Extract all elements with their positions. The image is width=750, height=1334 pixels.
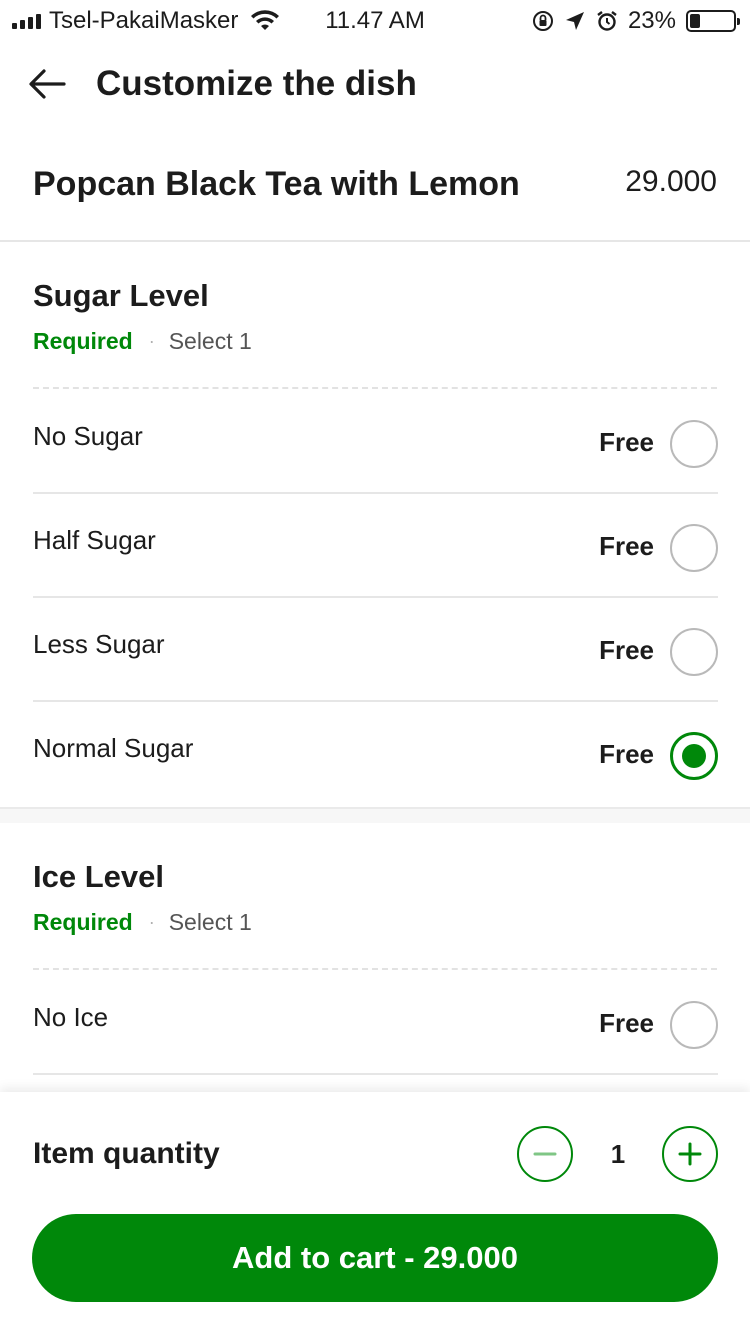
option-no-sugar[interactable]: No Sugar Free	[33, 390, 718, 494]
option-half-sugar[interactable]: Half Sugar Free	[33, 494, 718, 598]
arrow-left-icon	[29, 69, 66, 99]
option-price: Free	[599, 739, 654, 769]
select-count-label: Select 1	[168, 909, 252, 935]
plus-icon	[678, 1142, 702, 1166]
dish-price: 29.000	[625, 165, 717, 198]
battery-fill	[690, 14, 700, 28]
quantity-label: Item quantity	[33, 1137, 220, 1170]
section-divider	[0, 807, 750, 823]
group-title: Ice Level	[33, 859, 164, 894]
header: Customize the dish	[0, 50, 750, 116]
minus-icon	[533, 1152, 557, 1156]
status-bar: Tsel-PakaiMasker 11.47 AM 23%	[0, 0, 750, 40]
radio-button[interactable]	[670, 524, 718, 572]
group-meta: Required · Select 1	[33, 907, 252, 937]
battery-percent: 23%	[627, 7, 676, 34]
alarm-icon	[597, 11, 617, 31]
dish-summary: Popcan Black Tea with Lemon 29.000	[0, 150, 750, 242]
meta-separator: ·	[148, 912, 155, 932]
group-meta: Required · Select 1	[33, 326, 252, 356]
back-button[interactable]	[26, 64, 70, 104]
option-price: Free	[599, 531, 654, 561]
option-price: Free	[599, 635, 654, 665]
divider	[33, 968, 717, 970]
quantity-value: 1	[610, 1139, 626, 1169]
add-to-cart-button[interactable]: Add to cart - 29.000	[32, 1214, 718, 1302]
status-right: 23%	[532, 6, 740, 36]
dish-name: Popcan Black Tea with Lemon	[33, 165, 520, 203]
meta-separator: ·	[148, 331, 155, 351]
page-title: Customize the dish	[96, 64, 417, 103]
orientation-lock-icon	[532, 11, 553, 31]
ice-level-group: Ice Level Required · Select 1 No Ice Fre…	[0, 823, 750, 1093]
required-label: Required	[33, 328, 133, 354]
option-price: Free	[599, 427, 654, 457]
option-label: Half Sugar	[33, 525, 156, 555]
increase-quantity-button[interactable]	[662, 1126, 718, 1182]
option-label: No Ice	[33, 1002, 109, 1032]
divider	[33, 387, 717, 389]
sugar-level-group: Sugar Level Required · Select 1 No Sugar…	[0, 242, 750, 808]
select-count-label: Select 1	[168, 328, 252, 354]
required-label: Required	[33, 909, 133, 935]
option-less-sugar[interactable]: Less Sugar Free	[33, 598, 718, 702]
radio-button[interactable]	[670, 628, 718, 676]
decrease-quantity-button[interactable]	[517, 1126, 573, 1182]
location-arrow-icon	[565, 12, 584, 30]
option-label: No Sugar	[33, 421, 143, 451]
option-label: Normal Sugar	[33, 733, 194, 763]
option-no-ice[interactable]: No Ice Free	[33, 971, 718, 1075]
option-label: Less Sugar	[33, 629, 165, 659]
group-title: Sugar Level	[33, 278, 209, 313]
option-price: Free	[599, 1008, 654, 1038]
radio-button[interactable]	[670, 1001, 718, 1049]
option-normal-sugar[interactable]: Normal Sugar Free	[33, 702, 718, 806]
radio-button-selected[interactable]	[670, 732, 718, 780]
battery-icon	[686, 10, 740, 32]
radio-button[interactable]	[670, 420, 718, 468]
bottom-bar: Item quantity 1 Add to cart - 29.000	[0, 1092, 750, 1334]
